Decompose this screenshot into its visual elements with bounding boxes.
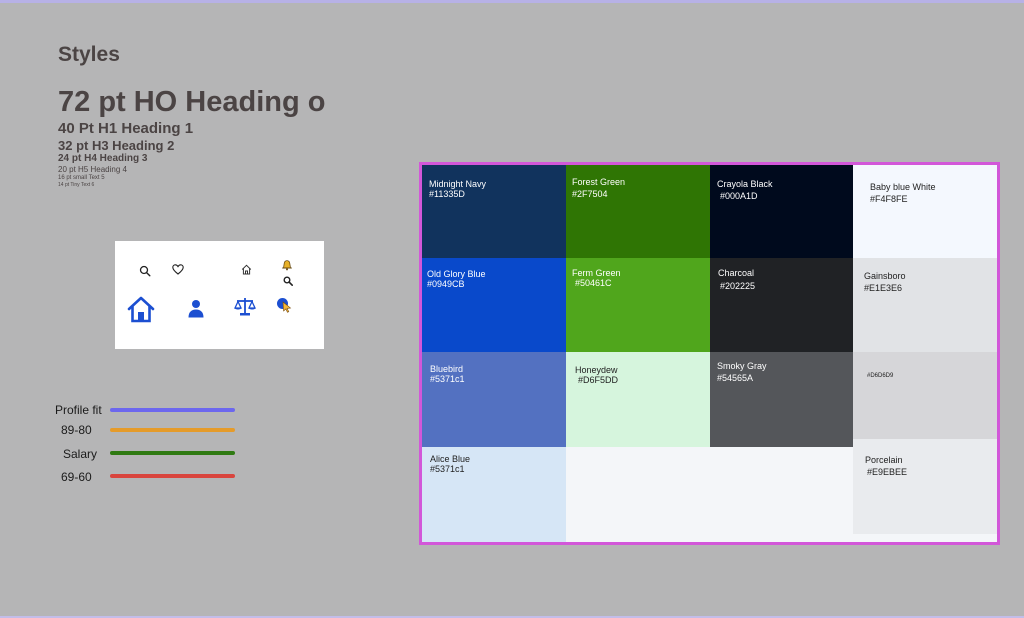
swatch-alice-blue[interactable]: Alice Blue #5371c1 — [422, 447, 566, 542]
heading-h5: 20 pt H5 Heading 4 — [58, 165, 127, 174]
swatch-ferm-green[interactable]: Ferm Green #50461C — [566, 258, 710, 352]
swatch-name: Alice Blue — [430, 454, 471, 464]
swatch-crayola-black[interactable]: Crayola Black #000A1D — [710, 165, 853, 258]
heading-h4: 24 pt H4 Heading 3 — [58, 153, 148, 164]
swatch-honeydew[interactable]: Honeydew #D6F5DD — [566, 352, 710, 447]
search-icon[interactable] — [283, 276, 293, 286]
swatch-midnight-navy[interactable]: Midnight Navy #11335D — [422, 165, 566, 258]
swatch-smoky-gray[interactable]: Smoky Gray #54565A — [710, 352, 853, 447]
swatch-name: Smoky Gray — [717, 361, 767, 371]
heading-h1: 40 Pt H1 Heading 1 — [58, 120, 194, 137]
legend-label-profile-fit: Profile fit — [55, 403, 102, 417]
swatch-hex: #000A1D — [720, 191, 758, 201]
tiny-text: 14 pt Tiny Text 6 — [58, 182, 95, 188]
bell-icon[interactable] — [280, 259, 294, 271]
swatch-name: Crayola Black — [717, 179, 773, 189]
swatch-hex: #F4F8FE — [870, 194, 908, 204]
scale-icon[interactable] — [234, 297, 256, 316]
swatch-baby-blue-white[interactable]: Baby blue White #F4F8FE — [853, 165, 997, 258]
swatch-forest-green[interactable]: Forest Green #2F7504 — [566, 165, 710, 258]
swatch-hex: #0949CB — [427, 279, 465, 289]
legend-line-69-60 — [110, 474, 235, 478]
icon-card — [115, 241, 324, 349]
swatch-hex: #D6F5DD — [578, 375, 619, 385]
swatch-hex: #2F7504 — [572, 189, 608, 199]
small-text: 16 pt small Text 5 — [58, 175, 105, 181]
pointer-icon[interactable] — [276, 297, 292, 313]
swatch-bluebird[interactable]: Bluebird #5371c1 — [422, 352, 566, 447]
swatch-hex: #D6D6D9 — [867, 373, 894, 379]
swatch-gainsboro[interactable]: Gainsboro #E1E3E6 — [853, 258, 997, 352]
swatch-name: Gainsboro — [864, 271, 906, 281]
swatch-hex: #E1E3E6 — [864, 283, 903, 293]
legend-label-69-60: 69-60 — [61, 470, 92, 484]
swatch-hex: #202225 — [720, 281, 756, 291]
home-icon[interactable] — [127, 296, 155, 323]
swatch-name: Charcoal — [718, 268, 755, 278]
swatch-name: Baby blue White — [870, 182, 936, 192]
home-icon[interactable] — [241, 264, 252, 275]
heading-h3: 32 pt H3 Heading 2 — [58, 138, 175, 153]
swatch-name: Porcelain — [865, 455, 903, 465]
legend-line-89-80 — [110, 428, 235, 432]
user-icon[interactable] — [188, 299, 204, 318]
swatch-hex: #50461C — [575, 278, 612, 288]
legend-label-salary: Salary — [63, 447, 98, 461]
swatch-name: Forest Green — [572, 177, 626, 187]
swatch-charcoal[interactable]: Charcoal #202225 — [710, 258, 853, 352]
search-icon[interactable] — [139, 265, 151, 277]
heading-h0: 72 pt HO Heading o — [58, 86, 326, 118]
heart-icon[interactable] — [172, 264, 184, 275]
styles-title: Styles — [58, 43, 120, 66]
swatch-hex: #5371c1 — [430, 464, 465, 474]
swatch-name: Ferm Green — [572, 268, 621, 278]
swatch-d6d6d9[interactable]: #D6D6D9 — [853, 352, 997, 439]
swatch-old-glory-blue[interactable]: Old Glory Blue #0949CB — [422, 258, 566, 352]
color-palette: Midnight Navy #11335D Forest Green #2F75… — [419, 162, 1000, 545]
top-accent-bar — [0, 0, 1024, 3]
legend-line-profile-fit — [110, 408, 235, 412]
swatch-hex: #11335D — [429, 189, 465, 199]
swatch-name: Bluebird — [430, 364, 464, 374]
legend-label-89-80: 89-80 — [61, 423, 92, 437]
swatch-hex: #E9EBEE — [867, 467, 908, 477]
swatch-name: Old Glory Blue — [427, 269, 486, 279]
swatch-hex: #54565A — [717, 373, 754, 383]
legend-line-salary — [110, 451, 235, 455]
swatch-porcelain[interactable]: Porcelain #E9EBEE — [853, 439, 997, 534]
swatch-name: Honeydew — [575, 365, 618, 375]
swatch-hex: #5371c1 — [430, 374, 465, 384]
swatch-name: Midnight Navy — [429, 179, 487, 189]
